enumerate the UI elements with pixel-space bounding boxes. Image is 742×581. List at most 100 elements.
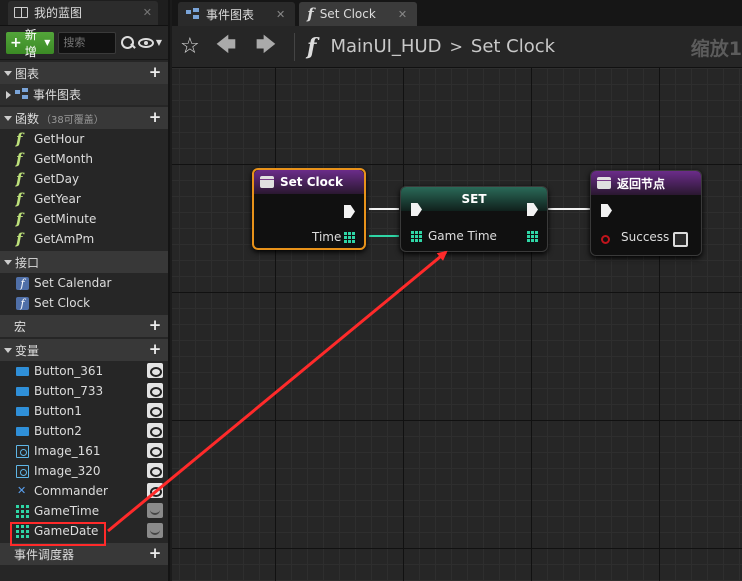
variable-item[interactable]: Image_320 [0, 461, 168, 481]
variable-item[interactable]: Image_161 [0, 441, 168, 461]
section-macros-label: 宏 [14, 319, 27, 334]
add-dispatcher-button[interactable]: + [148, 546, 162, 561]
function-item[interactable]: f GetHour [0, 129, 168, 149]
chevron-down-icon: ▼ [44, 38, 51, 47]
time-struct-pin[interactable] [344, 232, 355, 243]
function-icon: f [16, 189, 23, 208]
exec-out-pin[interactable] [344, 205, 355, 218]
visibility-closed-eye-icon[interactable] [147, 503, 163, 518]
close-icon[interactable]: ✕ [276, 8, 285, 21]
function-item[interactable]: f GetMinute [0, 209, 168, 229]
interface-label: Set Clock [34, 296, 91, 310]
variable-label: GameTime [34, 504, 100, 518]
game-time-out-pin[interactable] [527, 231, 538, 242]
section-functions[interactable]: 函数 （38可覆盖） + [0, 107, 168, 129]
my-blueprint-tab[interactable]: 我的蓝图 ✕ [8, 0, 158, 25]
eye-icon [137, 37, 154, 48]
success-checkbox[interactable] [673, 232, 688, 247]
add-graph-button[interactable]: + [148, 65, 162, 80]
close-icon[interactable]: ✕ [398, 8, 407, 21]
interface-item[interactable]: f Set Clock [0, 293, 168, 313]
section-variables-label: 变量 [15, 343, 40, 358]
tab-set-clock[interactable]: f Set Clock ✕ [299, 2, 418, 26]
function-entry-icon [260, 176, 274, 188]
interface-function-icon: f [16, 296, 29, 310]
section-variables[interactable]: 变量 + [0, 339, 168, 361]
view-options-button[interactable]: ▼ [137, 37, 162, 48]
star-icon[interactable]: ☆ [180, 34, 206, 59]
set-variable-node[interactable]: SET Game Time [400, 186, 548, 252]
visibility-eye-icon[interactable] [147, 443, 163, 458]
add-new-label: 新增 [24, 27, 37, 59]
variable-item[interactable]: Commander [0, 481, 168, 501]
button-icon [16, 426, 29, 436]
section-graphs-label: 图表 [15, 66, 40, 81]
function-item[interactable]: f GetAmPm [0, 229, 168, 249]
breadcrumb-blueprint[interactable]: MainUI_HUD [330, 36, 441, 57]
exec-in-pin[interactable] [601, 204, 612, 217]
success-pin-label: Success [621, 230, 670, 244]
game-time-in-pin[interactable] [411, 231, 422, 242]
forward-arrow-icon[interactable]: 🡆 [246, 30, 286, 64]
search-icon[interactable] [120, 35, 135, 51]
variable-label: Button_361 [34, 364, 104, 378]
collapsed-arrow-icon [6, 90, 11, 99]
tab-event-graph[interactable]: 事件图表 ✕ [178, 2, 296, 26]
function-icon: f [16, 209, 23, 228]
add-macro-button[interactable]: + [148, 318, 162, 333]
variable-item[interactable]: Button_361 [0, 361, 168, 381]
event-graph-icon [186, 8, 200, 20]
variable-label: Image_161 [34, 444, 101, 458]
variable-item[interactable]: Button1 [0, 401, 168, 421]
variable-item[interactable]: Button2 [0, 421, 168, 441]
set-clock-entry-node[interactable]: Set Clock Time [252, 168, 366, 250]
add-new-button[interactable]: + 新增 ▼ [6, 28, 55, 59]
interface-item[interactable]: f Set Calendar [0, 273, 168, 293]
visibility-eye-icon[interactable] [147, 463, 163, 478]
visibility-eye-icon[interactable] [147, 483, 163, 498]
expand-arrow-icon [4, 115, 12, 121]
function-icon: f [307, 5, 314, 23]
image-icon [16, 464, 29, 478]
visibility-eye-icon[interactable] [147, 403, 163, 418]
function-item[interactable]: f GetYear [0, 189, 168, 209]
add-variable-button[interactable]: + [148, 342, 162, 357]
return-node-icon [597, 177, 611, 189]
divider [294, 32, 295, 61]
visibility-eye-icon[interactable] [147, 383, 163, 398]
return-node[interactable]: 返回节点 Success [590, 170, 702, 256]
section-event-dispatchers[interactable]: 事件调度器 + [0, 543, 168, 565]
variable-item[interactable]: Button_733 [0, 381, 168, 401]
struct-grid-icon [16, 504, 29, 518]
bool-pin-icon[interactable] [601, 235, 610, 244]
function-label: GetMonth [34, 152, 93, 166]
event-graph-item[interactable]: 事件图表 [0, 84, 168, 105]
visibility-closed-eye-icon[interactable] [147, 523, 163, 538]
function-icon: f [16, 129, 23, 148]
document-tab-bar: 事件图表 ✕ f Set Clock ✕ [172, 0, 742, 26]
variable-item-gametime[interactable]: GameTime [0, 501, 168, 521]
image-icon [16, 444, 29, 458]
breadcrumb-function[interactable]: Set Clock [471, 36, 555, 57]
section-dispatchers-label: 事件调度器 [14, 547, 75, 562]
function-icon: f [307, 33, 317, 60]
section-macros[interactable]: 宏 + [0, 315, 168, 337]
search-input[interactable] [58, 31, 117, 54]
event-graph-icon [15, 88, 28, 101]
button-icon [16, 386, 29, 396]
function-label: GetDay [34, 172, 80, 186]
function-label: GetMinute [34, 212, 97, 226]
section-functions-label: 函数 [15, 111, 40, 126]
tab-label: 事件图表 [206, 7, 255, 22]
visibility-eye-icon[interactable] [147, 423, 163, 438]
close-icon[interactable]: ✕ [143, 6, 152, 19]
section-interfaces[interactable]: 接口 [0, 251, 168, 273]
variable-label: Image_320 [34, 464, 101, 478]
graph-canvas[interactable]: Set Clock Time SET Game Time 返回节点 Succes… [172, 68, 742, 581]
function-item[interactable]: f GetMonth [0, 149, 168, 169]
section-graphs[interactable]: 图表 + [0, 62, 168, 84]
add-function-button[interactable]: + [148, 110, 162, 125]
function-item[interactable]: f GetDay [0, 169, 168, 189]
visibility-eye-icon[interactable] [147, 363, 163, 378]
back-arrow-icon[interactable]: 🡄 [206, 30, 246, 64]
